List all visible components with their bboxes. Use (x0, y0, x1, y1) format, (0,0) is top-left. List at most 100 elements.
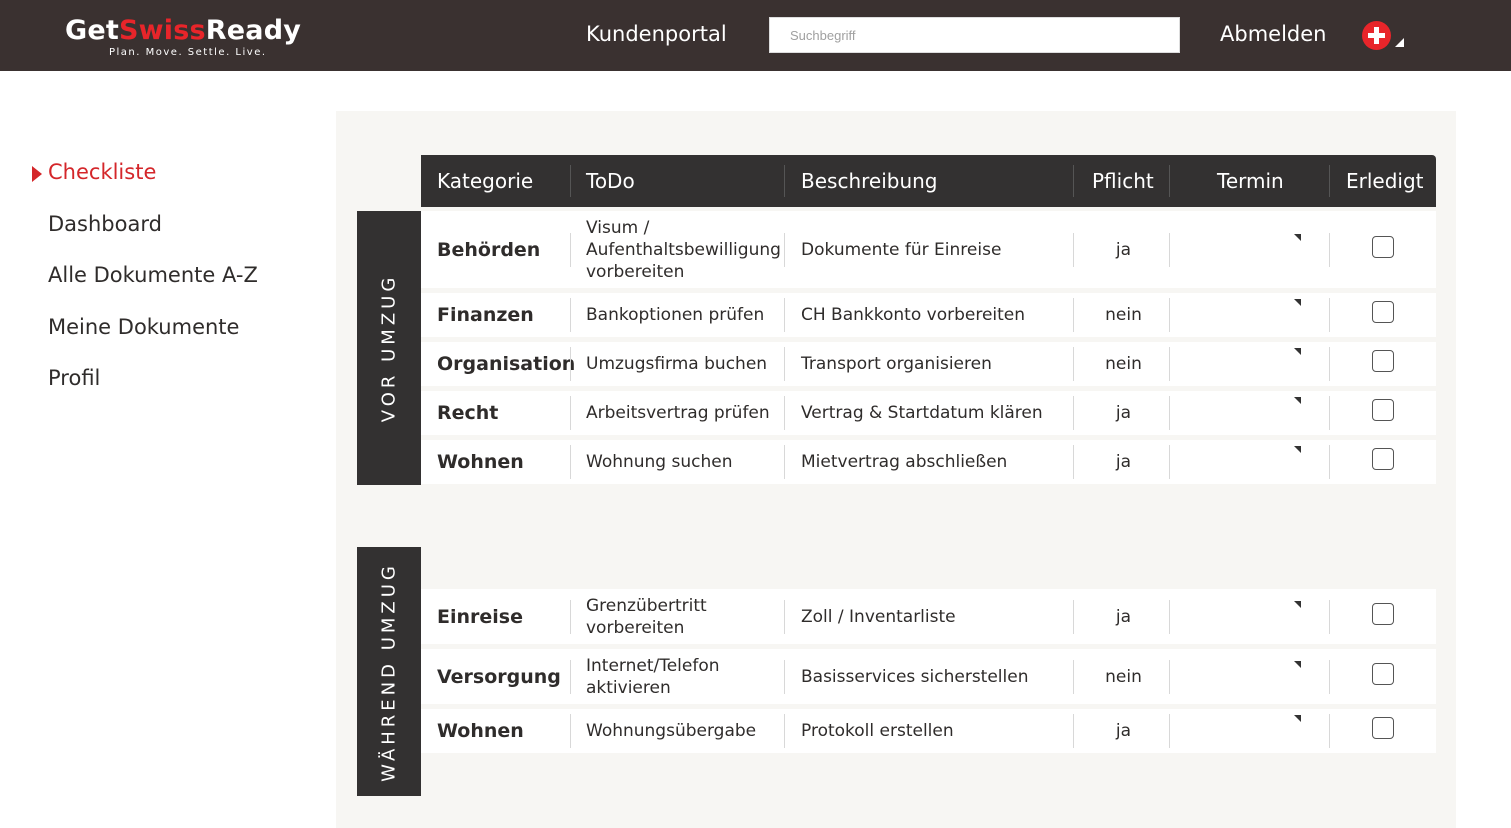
column-header-pflicht: Pflicht (1092, 169, 1154, 193)
table-row: Einreise Grenzübertritt vorbereiten Zoll… (421, 589, 1436, 644)
row-pflicht: ja (1115, 452, 1132, 472)
column-divider (570, 165, 571, 197)
cell-divider (1329, 347, 1330, 381)
cell-divider (784, 298, 785, 332)
sidebar-item-profil[interactable]: Profil (48, 366, 100, 390)
cell-divider (570, 396, 571, 430)
row-todo: Wohnung suchen (586, 452, 733, 472)
cell-divider (570, 445, 571, 479)
portal-title: Kundenportal (586, 22, 727, 46)
termin-dropdown-caret-icon[interactable] (1294, 397, 1301, 404)
sidebar-item-meine-dokumente[interactable]: Meine Dokumente (48, 315, 239, 339)
row-kategorie: Finanzen (437, 304, 534, 326)
cell-divider (1169, 347, 1170, 381)
erledigt-checkbox[interactable] (1372, 399, 1394, 421)
row-pflicht: nein (1105, 666, 1142, 687)
cell-divider (570, 232, 571, 267)
cell-divider (1169, 599, 1170, 634)
logo-text: GetSwissReady (65, 15, 302, 46)
erledigt-checkbox[interactable] (1372, 301, 1394, 323)
row-pflicht: ja (1115, 239, 1132, 260)
cell-divider (1169, 232, 1170, 267)
termin-dropdown-caret-icon[interactable] (1294, 660, 1301, 668)
row-beschreibung: Protokoll erstellen (801, 721, 954, 741)
row-todo: Wohnungsübergabe (586, 721, 757, 741)
row-pflicht: ja (1115, 403, 1132, 423)
swiss-flag-icon[interactable] (1362, 21, 1391, 50)
termin-dropdown-caret-icon[interactable] (1294, 715, 1301, 722)
row-todo: Internet/Telefon aktivieren (586, 655, 720, 698)
cell-divider (1169, 298, 1170, 332)
row-beschreibung: Zoll / Inventarliste (801, 606, 956, 627)
column-header-erledigt: Erledigt (1346, 169, 1424, 193)
search-input[interactable] (769, 17, 1180, 53)
erledigt-checkbox[interactable] (1372, 602, 1394, 625)
sidebar-item-dashboard[interactable]: Dashboard (48, 212, 162, 236)
table-row: Versorgung Internet/Telefon aktivieren B… (421, 649, 1436, 704)
table-row: Organisation Umzugsfirma buchen Transpor… (421, 342, 1436, 386)
row-pflicht: ja (1115, 606, 1132, 627)
column-header-kategorie: Kategorie (437, 169, 534, 193)
top-bar: GetSwissReady Plan. Move. Settle. Live. … (0, 0, 1511, 71)
language-dropdown-caret-icon[interactable] (1395, 38, 1404, 47)
cell-divider (1073, 396, 1074, 430)
erledigt-checkbox[interactable] (1372, 717, 1394, 739)
logo[interactable]: GetSwissReady Plan. Move. Settle. Live. (65, 14, 302, 58)
termin-dropdown-caret-icon[interactable] (1294, 600, 1301, 608)
termin-dropdown-caret-icon[interactable] (1294, 348, 1301, 355)
logout-button[interactable]: Abmelden (1220, 22, 1326, 46)
section-label-vor-umzug: VOR UMZUG (357, 211, 421, 485)
row-kategorie: Wohnen (437, 451, 524, 473)
row-kategorie: Wohnen (437, 720, 524, 742)
sidebar-item-alle-dokumente[interactable]: Alle Dokumente A-Z (48, 263, 258, 287)
row-pflicht: nein (1105, 354, 1142, 374)
erledigt-checkbox[interactable] (1372, 448, 1394, 470)
column-divider (784, 165, 785, 197)
cell-divider (1073, 659, 1074, 694)
row-beschreibung: Dokumente für Einreise (801, 239, 1002, 260)
cell-divider (1073, 232, 1074, 267)
cell-divider (784, 445, 785, 479)
erledigt-checkbox[interactable] (1372, 350, 1394, 372)
erledigt-checkbox[interactable] (1372, 235, 1394, 258)
cell-divider (1169, 714, 1170, 748)
cell-divider (784, 396, 785, 430)
termin-dropdown-caret-icon[interactable] (1294, 446, 1301, 453)
row-todo: Visum / Aufenthaltsbewilligung vorbereit… (586, 217, 781, 282)
sidebar-item-checkliste[interactable]: Checkliste (48, 160, 156, 184)
cell-divider (570, 599, 571, 634)
termin-dropdown-caret-icon[interactable] (1294, 233, 1301, 241)
cell-divider (1329, 232, 1330, 267)
cell-divider (1073, 445, 1074, 479)
column-header-termin: Termin (1217, 169, 1284, 193)
cell-divider (1073, 714, 1074, 748)
cell-divider (784, 659, 785, 694)
cell-divider (1169, 445, 1170, 479)
row-beschreibung: Mietvertrag abschließen (801, 452, 1008, 472)
cell-divider (784, 599, 785, 634)
erledigt-checkbox[interactable] (1372, 662, 1394, 685)
cell-divider (1073, 347, 1074, 381)
column-divider (1329, 165, 1330, 197)
termin-dropdown-caret-icon[interactable] (1294, 299, 1301, 306)
column-header-beschreibung: Beschreibung (801, 169, 938, 193)
column-header-todo: ToDo (586, 169, 635, 193)
column-divider (1169, 165, 1170, 197)
cell-divider (784, 232, 785, 267)
cell-divider (1073, 599, 1074, 634)
table-row: Wohnen Wohnungsübergabe Protokoll erstel… (421, 709, 1436, 753)
cell-divider (1073, 298, 1074, 332)
section-label-waehrend-umzug: WÄHREND UMZUG (357, 547, 421, 796)
cell-divider (1329, 445, 1330, 479)
row-todo: Arbeitsvertrag prüfen (586, 403, 770, 423)
row-kategorie: Organisation (437, 353, 576, 375)
row-kategorie: Einreise (437, 605, 523, 628)
row-kategorie: Recht (437, 402, 499, 424)
row-todo: Grenzübertritt vorbereiten (586, 595, 707, 638)
cell-divider (1329, 298, 1330, 332)
active-nav-arrow-icon (32, 166, 42, 182)
cell-divider (784, 714, 785, 748)
logo-tagline: Plan. Move. Settle. Live. (109, 47, 267, 58)
row-pflicht: nein (1105, 305, 1142, 325)
cell-divider (570, 298, 571, 332)
